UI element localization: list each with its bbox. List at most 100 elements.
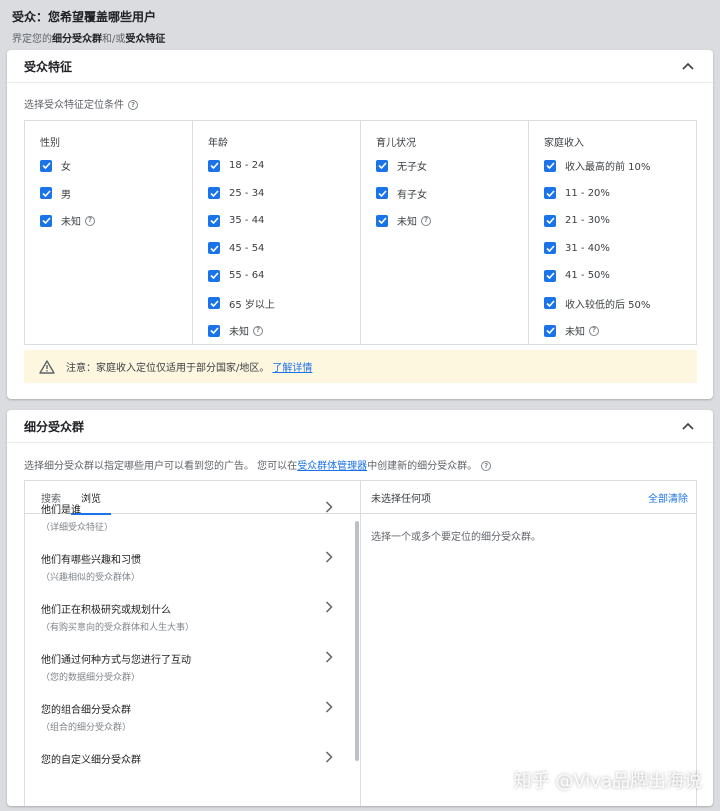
audience-manager-link[interactable]: 受众群体管理器 [297,461,367,472]
browse-item[interactable]: 他们正在积极研究或规划什么 （有购买意向的受众群体和人生大事） [25,601,355,651]
chevron-up-icon[interactable] [681,59,695,73]
page-subtitle: 界定您的细分受众群和/或受众特征 [12,34,166,45]
checkbox-checked-icon[interactable] [208,324,220,337]
checkbox-checked-icon[interactable] [376,159,388,172]
browse-item-subtitle: （您的数据细分受众群） [41,673,141,683]
checkbox-label: 35 - 44 [229,215,265,227]
selection-header: 未选择任何项 全部清除 [361,481,696,514]
checkbox-option[interactable]: 55 - 64 [208,262,360,290]
chevron-right-icon[interactable] [325,751,335,765]
help-icon[interactable]: ? [85,215,95,226]
checkbox-checked-icon[interactable] [208,269,220,282]
browse-item[interactable]: 他们是谁 （详细受众特征） [25,501,355,551]
checkbox-checked-icon[interactable] [544,242,556,255]
checkbox-checked-icon[interactable] [208,159,220,172]
selection-panel: 未选择任何项 全部清除 选择一个或多个要定位的细分受众群。 [361,481,696,806]
help-icon[interactable]: ? [128,100,138,110]
browse-list: 他们是谁 （详细受众特征） 他们有哪些兴趣和习惯 （兴趣相似的受众群体） 他们正在积极研… [25,501,355,801]
page-header: 受众：您希望覆盖哪些用户 界定您的细分受众群和/或受众特征 [12,8,165,45]
checkbox-checked-icon[interactable] [544,324,556,337]
checkbox-checked-icon[interactable] [40,187,52,200]
segments-header[interactable]: 细分受众群 [7,410,713,443]
browse-item[interactable]: 您的组合细分受众群 （组合的细分受众群） [25,701,355,751]
browse-panel: 搜索 浏览 他们是谁 （详细受众特征） 他们有哪些兴趣和习惯 （兴趣相似的受众群体）他… [25,481,361,806]
checkbox-option[interactable]: 未知? [208,317,360,345]
checkbox-checked-icon[interactable] [208,187,220,200]
checkbox-checked-icon[interactable] [376,214,388,227]
scrollbar-thumb[interactable] [355,521,359,761]
checkbox-checked-icon[interactable] [544,187,556,200]
learn-more-link[interactable]: 了解详情 [272,359,312,374]
watermark: 知乎 @Viva品牌出海说 [513,771,702,792]
browse-item-subtitle: （组合的细分受众群） [41,723,132,733]
browse-item[interactable]: 您的自定义细分受众群 [25,751,355,801]
chevron-right-icon[interactable] [325,601,335,615]
checkbox-option[interactable]: 11 - 20% [544,180,696,208]
browse-item[interactable]: 他们通过何种方式与您进行了互动 （您的数据细分受众群） [25,651,355,701]
checkbox-option[interactable]: 女 [40,152,192,180]
clear-all-button[interactable]: 全部清除 [648,490,688,505]
checkbox-checked-icon[interactable] [208,214,220,227]
checkbox-checked-icon[interactable] [40,159,52,172]
checkbox-checked-icon[interactable] [208,297,220,310]
checkbox-option[interactable]: 未知? [40,207,192,235]
checkbox-option[interactable]: 有子女 [376,180,528,208]
help-icon[interactable]: ? [589,325,599,336]
checkbox-label: 有子女 [397,189,427,201]
scrollbar[interactable] [354,521,360,761]
checkbox-label: 31 - 40% [565,242,610,254]
checkbox-checked-icon[interactable] [544,297,556,310]
checkbox-option[interactable]: 收入较低的后 50% [544,290,696,318]
checkbox-checked-icon[interactable] [544,269,556,282]
column-title: 年龄 [208,137,228,149]
browse-item-title: 他们是谁 [41,505,81,516]
checkbox-label: 41 - 50% [565,270,610,282]
checkbox-option[interactable]: 45 - 54 [208,235,360,263]
checkbox-option[interactable]: 21 - 30% [544,207,696,235]
checkbox-option[interactable]: 31 - 40% [544,235,696,263]
chevron-right-icon[interactable] [325,701,335,715]
checkbox-label: 未知 [229,327,249,339]
checkbox-option[interactable]: 收入最高的前 10% [544,152,696,180]
demographics-card: 受众特征 选择受众特征定位条件? 性别女男未知? 年龄 18 - 24 25 - 34… [7,50,713,399]
notice-text: 注意：家庭收入定位仅适用于部分国家/地区。 [66,363,270,374]
checkbox-checked-icon[interactable] [544,214,556,227]
checkbox-option[interactable]: 男 [40,180,192,208]
demographic-column: 年龄 18 - 24 25 - 34 35 - 44 45 - 54 55 - 64 65 … [193,121,361,344]
warning-icon [39,359,55,374]
browse-item-subtitle: （兴趣相似的受众群体） [41,573,141,583]
checkbox-option[interactable]: 65 岁以上 [208,290,360,318]
checkbox-checked-icon[interactable] [40,214,52,227]
browse-item-title: 他们通过何种方式与您进行了互动 [41,655,191,666]
chevron-right-icon[interactable] [325,501,335,515]
income-notice: 注意：家庭收入定位仅适用于部分国家/地区。 了解详情 [24,350,697,383]
help-icon[interactable]: ? [421,215,431,226]
column-title: 育儿状况 [376,137,416,149]
help-icon[interactable]: ? [481,461,492,471]
checkbox-option[interactable]: 未知? [544,317,696,345]
segments-description: 选择细分受众群以指定哪些用户可以看到您的广告。 您可以在受众群体管理器中创建新的… [24,457,492,472]
chevron-up-icon[interactable] [681,419,695,433]
demographics-header[interactable]: 受众特征 [7,50,713,83]
chevron-right-icon[interactable] [325,651,335,665]
checkbox-label: 女 [61,162,71,174]
checkbox-label: 无子女 [397,162,427,174]
checkbox-option[interactable]: 18 - 24 [208,152,360,180]
help-icon[interactable]: ? [253,325,263,336]
browse-item-title: 他们正在积极研究或规划什么 [41,605,171,616]
checkbox-option[interactable]: 35 - 44 [208,207,360,235]
checkbox-label: 65 岁以上 [229,299,275,311]
segments-title: 细分受众群 [24,419,85,434]
chevron-right-icon[interactable] [325,551,335,565]
checkbox-label: 未知 [397,217,417,229]
browse-item-title: 您的自定义细分受众群 [41,755,141,766]
selection-empty-text: 选择一个或多个要定位的细分受众群。 [371,532,541,543]
checkbox-checked-icon[interactable] [376,187,388,200]
browse-item[interactable]: 他们有哪些兴趣和习惯 （兴趣相似的受众群体） [25,551,355,601]
checkbox-checked-icon[interactable] [544,159,556,172]
checkbox-option[interactable]: 未知? [376,207,528,235]
checkbox-checked-icon[interactable] [208,242,220,255]
checkbox-option[interactable]: 25 - 34 [208,180,360,208]
checkbox-option[interactable]: 无子女 [376,152,528,180]
checkbox-option[interactable]: 41 - 50% [544,262,696,290]
